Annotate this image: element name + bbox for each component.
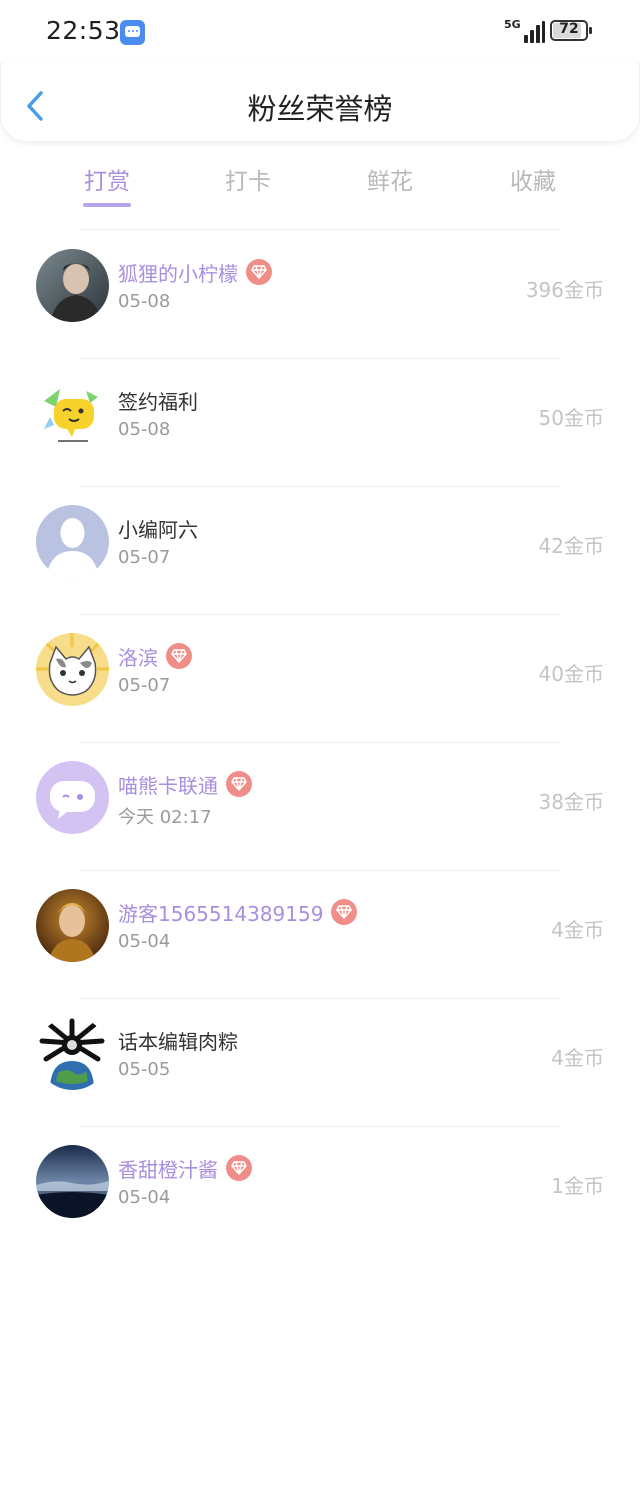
tab-favorites[interactable]: 收藏 xyxy=(463,162,603,196)
reward-date: 05-07 xyxy=(118,547,171,568)
reward-amount: 4金币 xyxy=(551,918,604,942)
reward-amount: 1金币 xyxy=(551,1174,604,1198)
reward-date: 05-04 xyxy=(118,931,171,952)
battery-icon: 72 xyxy=(550,20,592,41)
list-item[interactable]: 洛滨 05-07 40金币 xyxy=(0,615,640,743)
user-name: 签约福利 xyxy=(118,389,198,414)
status-bar: 22:53 5G 72 xyxy=(0,0,640,62)
reward-amount: 42金币 xyxy=(538,534,604,558)
user-name: 话本编辑肉粽 xyxy=(118,1029,238,1054)
message-notification-icon xyxy=(120,20,145,45)
avatar[interactable] xyxy=(36,889,109,962)
tab-flowers[interactable]: 鲜花 xyxy=(320,162,460,196)
diamond-badge-icon xyxy=(226,1155,252,1181)
avatar[interactable] xyxy=(36,377,109,450)
reward-amount: 4金币 xyxy=(551,1046,604,1070)
user-name: 洛滨 xyxy=(118,645,158,670)
avatar[interactable] xyxy=(36,633,109,706)
tab-bar: 打赏 打卡 鲜花 收藏 xyxy=(0,150,640,212)
reward-amount: 396金币 xyxy=(525,278,604,302)
tab-divider xyxy=(80,229,560,230)
list-item[interactable]: 香甜橙汁酱 05-04 1金币 xyxy=(0,1127,640,1255)
diamond-badge-icon xyxy=(226,771,252,797)
reward-amount: 50金币 xyxy=(538,406,604,430)
signal-icon: 5G xyxy=(504,18,545,44)
reward-date: 05-08 xyxy=(118,291,171,312)
reward-amount: 38金币 xyxy=(538,790,604,814)
avatar[interactable] xyxy=(36,505,109,578)
diamond-badge-icon xyxy=(331,899,358,925)
list-item[interactable]: 小编阿六 05-07 42金币 xyxy=(0,487,640,615)
user-name: 狐狸的小柠檬 xyxy=(118,261,238,286)
reward-amount: 40金币 xyxy=(538,662,604,686)
reward-date: 05-08 xyxy=(118,419,171,440)
user-name: 香甜橙汁酱 xyxy=(118,1157,218,1182)
user-name: 游客1565514389159 xyxy=(118,901,324,926)
diamond-badge-icon xyxy=(166,643,192,669)
list-item[interactable]: 签约福利 05-08 50金币 xyxy=(0,359,640,487)
tab-checkin[interactable]: 打卡 xyxy=(178,162,318,196)
active-tab-indicator xyxy=(83,203,131,207)
list-item[interactable]: 话本编辑肉粽 05-05 4金币 xyxy=(0,999,640,1127)
list-item[interactable]: 喵熊卡联通 今天 02:17 38金币 xyxy=(0,743,640,871)
ranking-list: 狐狸的小柠檬 05-08 396金币 签约福利 05-08 50金币 小编阿六 … xyxy=(0,231,640,1255)
reward-date: 05-05 xyxy=(118,1059,171,1080)
tab-reward[interactable]: 打赏 xyxy=(37,162,177,196)
reward-date: 05-07 xyxy=(118,675,171,696)
user-name: 小编阿六 xyxy=(118,517,198,542)
avatar[interactable] xyxy=(36,1017,109,1090)
list-item[interactable]: 狐狸的小柠檬 05-08 396金币 xyxy=(0,231,640,359)
reward-date: 05-04 xyxy=(118,1187,171,1208)
avatar[interactable] xyxy=(36,249,109,322)
list-item[interactable]: 游客1565514389159 05-04 4金币 xyxy=(0,871,640,999)
battery-level: 72 xyxy=(559,21,579,37)
avatar[interactable] xyxy=(36,761,109,834)
reward-date: 今天 02:17 xyxy=(118,807,212,828)
status-time: 22:53 xyxy=(46,16,121,45)
page-title: 粉丝荣誉榜 xyxy=(247,92,393,126)
avatar[interactable] xyxy=(36,1145,109,1218)
nav-bar: 粉丝荣誉榜 xyxy=(0,62,640,142)
diamond-badge-icon xyxy=(246,259,272,285)
user-name: 喵熊卡联通 xyxy=(118,773,218,798)
